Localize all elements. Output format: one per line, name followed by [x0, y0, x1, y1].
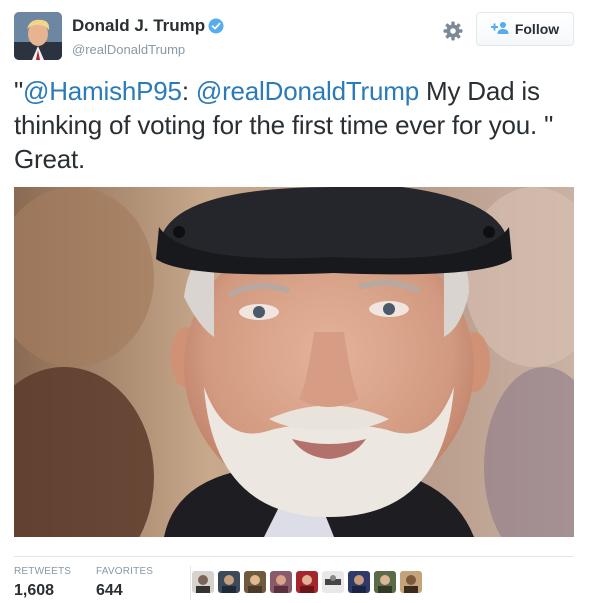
follow-button[interactable]: Follow — [476, 12, 574, 46]
tweet-header: Donald J. Trump @realDonaldTrump Follow — [14, 12, 580, 62]
user-name-block: Donald J. Trump @realDonaldTrump — [72, 16, 224, 57]
favoriter-avatar[interactable] — [348, 571, 370, 593]
favoriter-avatar[interactable] — [244, 571, 266, 593]
verified-badge-icon — [208, 18, 224, 39]
favorites-label: FAVORITES — [96, 566, 154, 577]
favoriter-avatar[interactable] — [218, 571, 240, 593]
favorites-count: 644 — [96, 582, 123, 599]
favoriter-avatar[interactable] — [296, 571, 318, 593]
mention-link-hamish[interactable]: @HamishP95 — [23, 76, 182, 106]
tweet-photo[interactable] — [14, 187, 574, 537]
user-handle[interactable]: @realDonaldTrump — [72, 42, 224, 57]
favoriters-list — [192, 571, 422, 593]
stats-divider — [14, 556, 574, 557]
gear-icon[interactable] — [442, 20, 464, 42]
mention-link-realdonaldtrump[interactable]: @realDonaldTrump — [196, 76, 419, 106]
favoriter-avatar[interactable] — [374, 571, 396, 593]
retweets-stat[interactable]: RETWEETS 1,608 — [14, 566, 71, 600]
user-full-name[interactable]: Donald J. Trump — [72, 16, 205, 36]
quote-open: " — [14, 76, 24, 106]
favorites-stat[interactable]: FAVORITES 644 — [96, 566, 153, 600]
add-user-icon — [490, 21, 509, 38]
favoriter-avatar[interactable] — [192, 571, 214, 593]
follow-button-label: Follow — [514, 21, 560, 37]
tweet-text: "@HamishP95: @realDonaldTrump My Dad is … — [14, 74, 582, 176]
favoriter-avatar[interactable] — [400, 571, 422, 593]
favoriter-avatar[interactable] — [270, 571, 292, 593]
tweet-colon: : — [181, 76, 196, 106]
retweets-count: 1,608 — [14, 582, 55, 599]
retweets-label: RETWEETS — [14, 566, 72, 577]
favoriter-avatar[interactable] — [322, 571, 344, 593]
stats-separator — [190, 566, 191, 600]
profile-avatar[interactable] — [14, 12, 62, 60]
